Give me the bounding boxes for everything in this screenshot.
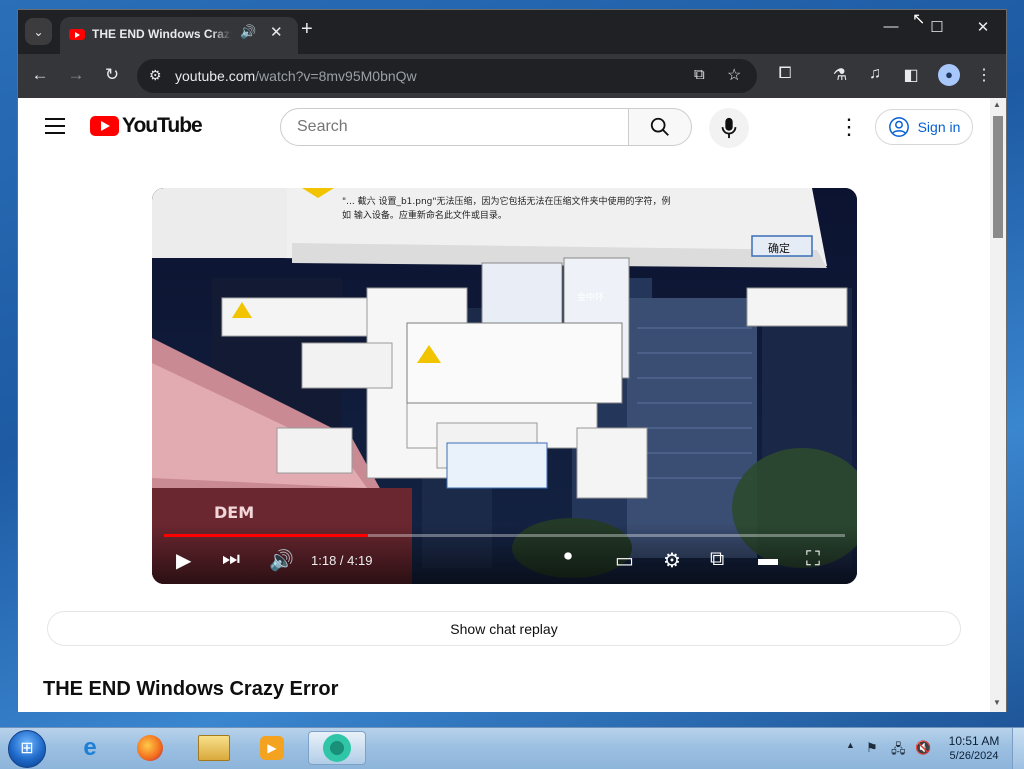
youtube-page: YouTube ⋮ Sign in — [18, 98, 990, 712]
settings-gear-icon[interactable]: ⚙ — [663, 548, 681, 573]
minimize-button[interactable]: — — [876, 18, 906, 35]
browser-toolbar: ← → ↻ ⚙ youtube.com/watch?v=8mv95M0bnQw … — [18, 54, 1006, 98]
player-controls — [152, 524, 857, 584]
clock-time[interactable]: 10:51 AM — [948, 734, 1000, 748]
scroll-thumb[interactable] — [993, 116, 1003, 238]
close-window-button[interactable]: ✕ — [968, 18, 998, 36]
account-circle-icon — [888, 117, 909, 137]
scroll-down-icon[interactable]: ▼ — [993, 698, 1001, 707]
chrome-taskbar-icon[interactable] — [308, 731, 366, 765]
start-button-icon[interactable]: ⊞ — [8, 730, 46, 768]
sign-in-button[interactable]: Sign in — [875, 109, 973, 145]
address-bar[interactable]: ⚙ youtube.com/watch?v=8mv95M0bnQw ⧉ ☆ — [137, 59, 757, 93]
search-button[interactable] — [629, 108, 692, 146]
next-video-icon[interactable]: ⏭ — [222, 548, 240, 571]
video-player[interactable]: 确定 "... 截六 设置_b1.png"无法压缩，因为它包括无法在压缩文件夹中… — [152, 188, 857, 584]
autoplay-toggle-icon[interactable]: ⏺ — [564, 548, 572, 566]
speaker-icon[interactable]: 🔊 — [240, 24, 256, 40]
tab-title: THE END Windows Crazy Error - YouTube — [92, 27, 232, 41]
forward-icon[interactable]: → — [65, 65, 87, 85]
file-explorer-icon[interactable] — [188, 731, 240, 765]
url-text[interactable]: youtube.com/watch?v=8mv95M0bnQw — [175, 68, 417, 84]
voice-search-button[interactable] — [709, 108, 749, 148]
show-desktop-button[interactable] — [1012, 728, 1024, 769]
reload-icon[interactable]: ↻ — [101, 65, 123, 85]
volume-muted-icon[interactable]: 🔇 — [915, 740, 931, 756]
scroll-up-icon[interactable]: ▲ — [993, 100, 1001, 109]
internet-explorer-icon[interactable]: e — [64, 731, 116, 765]
dialog-message-line2: 如 输入设备。应重新命名此文件或目录。 — [342, 209, 507, 221]
street-sign: DEM — [214, 503, 254, 522]
youtube-favicon-icon — [69, 29, 85, 40]
miniplayer-icon[interactable]: ⧉ — [710, 548, 724, 571]
settings-more-icon[interactable]: ⋮ — [838, 114, 860, 140]
page-scrollbar[interactable]: ▲ ▼ — [990, 98, 1006, 712]
close-tab-icon[interactable]: ✕ — [270, 23, 283, 41]
dialog-message-line1: "... 截六 设置_b1.png"无法压缩，因为它包括无法在压缩文件夹中使用的… — [342, 195, 671, 207]
video-title: THE END Windows Crazy Error — [43, 678, 339, 700]
action-center-flag-icon[interactable]: ⚑ — [866, 740, 878, 756]
progress-fill — [164, 534, 369, 537]
network-icon[interactable]: 🖧 — [891, 740, 906, 762]
side-panel-icon[interactable]: ◧ — [900, 65, 922, 85]
install-app-icon[interactable]: ⧉ — [694, 66, 705, 83]
tab-strip: ⌄ THE END Windows Crazy Error - YouTube … — [18, 10, 1006, 54]
search-input[interactable] — [280, 108, 629, 146]
theater-mode-icon[interactable]: ▬ — [758, 548, 778, 571]
tab-youtube[interactable]: THE END Windows Crazy Error - YouTube 🔊 … — [60, 17, 298, 54]
search-icon — [650, 117, 669, 136]
fullscreen-icon[interactable]: ⛶ — [806, 548, 820, 571]
microphone-icon — [721, 117, 737, 139]
clock-date[interactable]: 5/26/2024 — [944, 750, 1004, 762]
back-icon[interactable]: ← — [29, 65, 51, 85]
extensions-icon[interactable]: ⧠ — [774, 65, 796, 83]
time-display: 1:18 / 4:19 — [311, 553, 373, 568]
labs-flask-icon[interactable]: ⚗ — [829, 65, 851, 85]
progress-bar[interactable] — [164, 534, 845, 537]
volume-icon[interactable]: 🔊 — [269, 548, 294, 573]
show-chat-replay-button[interactable]: Show chat replay — [47, 611, 961, 646]
site-info-icon[interactable]: ⚙ — [149, 67, 162, 84]
chrome-menu-icon[interactable]: ⋮ — [973, 65, 995, 85]
tab-search-button[interactable]: ⌄ — [25, 18, 52, 45]
taskbar: ⊞ e ▶ ▲ ⚑ 🖧 🔇 10:51 AM 5/26/2024 — [0, 727, 1024, 769]
youtube-logo-icon[interactable] — [90, 116, 119, 136]
media-player-icon[interactable]: ▶ — [246, 731, 298, 765]
browser-window: ⌄ THE END Windows Crazy Error - YouTube … — [17, 9, 1007, 712]
firefox-icon[interactable] — [124, 731, 176, 765]
bookmark-star-icon[interactable]: ☆ — [727, 65, 741, 85]
profile-avatar-icon[interactable]: ● — [938, 64, 960, 86]
captions-icon[interactable]: ▭ — [615, 548, 634, 573]
youtube-logo-text[interactable]: YouTube — [122, 114, 203, 138]
media-controls-icon[interactable]: ♫ — [864, 65, 886, 83]
chevron-down-icon: ⌄ — [33, 24, 44, 39]
show-hidden-icons-icon[interactable]: ▲ — [846, 740, 855, 750]
menu-hamburger-icon[interactable] — [45, 118, 65, 139]
play-icon[interactable]: ▶ — [176, 548, 191, 573]
ok-button-label: 确定 — [768, 241, 790, 255]
new-tab-button[interactable]: + — [301, 18, 313, 41]
sign-in-label: Sign in — [917, 119, 961, 135]
maximize-button[interactable]: ☐ — [922, 18, 952, 36]
mouse-cursor-icon: ↖ — [912, 11, 926, 28]
building-sign: 金中环 — [577, 291, 604, 303]
